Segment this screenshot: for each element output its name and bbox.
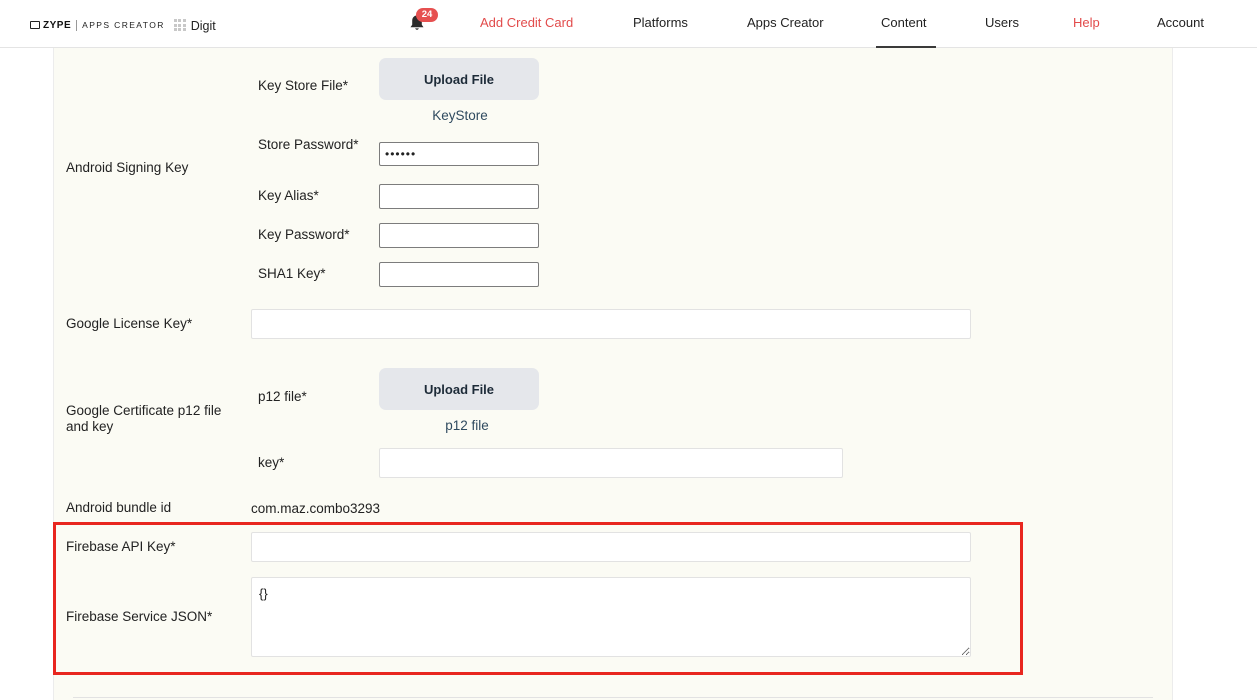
store-password-label: Store Password* <box>258 137 359 152</box>
top-navigation-bar: ZYPE APPS CREATOR Digit 24 Add Credit Ca… <box>0 0 1257 48</box>
section-divider <box>73 697 1153 698</box>
google-license-key-field[interactable] <box>251 309 971 339</box>
key-password-field[interactable] <box>379 223 539 248</box>
google-license-key-label: Google License Key* <box>66 316 193 331</box>
zype-logo-mark-icon <box>30 21 40 29</box>
firebase-api-key-label: Firebase API Key* <box>66 539 176 554</box>
store-password-field[interactable] <box>379 142 539 166</box>
logo-product: APPS CREATOR <box>82 20 165 30</box>
sha1-key-label: SHA1 Key* <box>258 266 326 281</box>
nav-apps-creator[interactable]: Apps Creator <box>747 15 824 30</box>
key-password-label: Key Password* <box>258 227 350 242</box>
nav-add-credit-card[interactable]: Add Credit Card <box>480 15 573 30</box>
p12-upload-button[interactable]: Upload File <box>379 368 539 410</box>
nav-account[interactable]: Account <box>1157 15 1204 30</box>
nav-platforms[interactable]: Platforms <box>633 15 688 30</box>
logo-separator <box>76 19 78 31</box>
workspace-name[interactable]: Digit <box>191 19 216 33</box>
nav-users[interactable]: Users <box>985 15 1019 30</box>
notification-count-badge[interactable]: 24 <box>416 8 438 22</box>
logo-brand: ZYPE <box>43 19 72 31</box>
firebase-service-json-label: Firebase Service JSON* <box>66 609 213 624</box>
p12-file-label: p12 file* <box>258 389 307 404</box>
key-alias-label: Key Alias* <box>258 188 319 203</box>
android-bundle-id-label: Android bundle id <box>66 500 172 515</box>
google-certificate-label: Google Certificate p12 file and key <box>66 403 222 434</box>
key-alias-field[interactable] <box>379 184 539 209</box>
workspace-grid-icon[interactable] <box>173 19 186 31</box>
keystore-upload-button[interactable]: Upload File <box>379 58 539 100</box>
certificate-key-label: key* <box>258 455 285 470</box>
p12-file-caption: p12 file <box>445 418 489 433</box>
android-bundle-id-value: com.maz.combo3293 <box>251 501 381 516</box>
firebase-service-json-textarea[interactable]: {} <box>251 577 971 657</box>
sha1-key-field[interactable] <box>379 262 539 287</box>
key-store-file-label: Key Store File* <box>258 78 349 93</box>
firebase-api-key-field[interactable] <box>251 532 971 562</box>
zype-logo[interactable]: ZYPE APPS CREATOR Digit <box>30 16 216 34</box>
android-signing-key-label: Android Signing Key <box>66 160 189 175</box>
keystore-file-caption: KeyStore <box>432 108 488 123</box>
nav-content[interactable]: Content <box>881 15 927 30</box>
nav-help[interactable]: Help <box>1073 15 1100 30</box>
certificate-key-field[interactable] <box>379 448 843 478</box>
